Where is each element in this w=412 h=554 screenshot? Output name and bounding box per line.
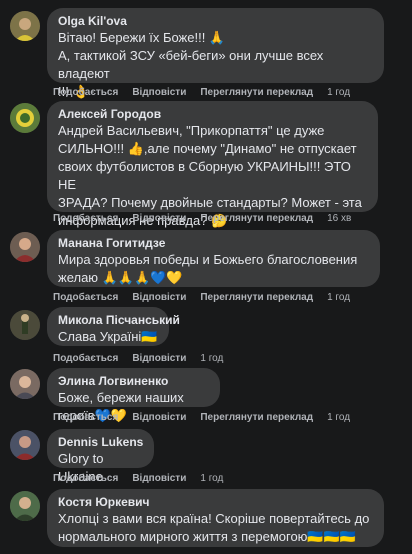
translate-button[interactable]: Переглянути переклад	[200, 411, 313, 424]
comment-actions: Подобається Відповісти 1 год	[53, 352, 237, 365]
translate-button[interactable]: Переглянути переклад	[200, 86, 313, 99]
reply-button[interactable]: Відповісти	[132, 212, 186, 225]
comment-timestamp[interactable]: 1 год	[327, 291, 350, 304]
reply-button[interactable]: Відповісти	[132, 472, 186, 485]
like-button[interactable]: Подобається	[53, 472, 118, 485]
like-button[interactable]: Подобається	[53, 291, 118, 304]
like-button[interactable]: Подобається	[53, 86, 118, 99]
comment-timestamp[interactable]: 1 год	[200, 352, 223, 365]
avatar-image	[10, 430, 40, 460]
comment-author[interactable]: Olga Kil'ova	[58, 14, 373, 29]
avatar-image	[10, 369, 40, 399]
reply-button[interactable]: Відповісти	[132, 86, 186, 99]
comment-author[interactable]: Элина Логвиненко	[58, 374, 209, 389]
like-button[interactable]: Подобається	[53, 352, 118, 365]
comment-text-line: Хлопці з вами вся країна! Скоріше поверт…	[58, 511, 370, 526]
avatar[interactable]	[10, 430, 40, 460]
comment-author[interactable]: Микола Пісчанський	[58, 313, 180, 328]
avatar[interactable]	[10, 310, 40, 340]
comment-actions: Подобається Відповісти Переглянути перекла…	[53, 291, 364, 304]
comment-text-line: ЗРАДА? Почему двойные стандарты? Может -…	[58, 195, 362, 210]
comment-timestamp[interactable]: 1 год	[200, 472, 223, 485]
comment-text-line: своих футболистов в Сборную УКРАИНЫ!!! Э…	[58, 159, 351, 192]
comment-text-line: нормального мирного життя з перемогою🇺🇦🇺…	[58, 529, 356, 544]
like-button[interactable]: Подобається	[53, 411, 118, 424]
comment-actions: Подобається Відповісти Переглянути перекла…	[53, 212, 365, 225]
avatar-image	[10, 310, 40, 340]
comment-text-line: Вітаю! Бережи їх Боже!!! 🙏	[58, 30, 226, 45]
avatar-image	[10, 103, 40, 133]
comment-bubble: Olga Kil'ova Вітаю! Бережи їх Боже!!! 🙏 …	[47, 8, 384, 99]
avatar[interactable]	[10, 232, 40, 262]
avatar[interactable]	[10, 369, 40, 399]
comment-author[interactable]: Костя Юркевич	[58, 495, 373, 510]
reply-button[interactable]: Відповісти	[132, 352, 186, 365]
translate-button[interactable]: Переглянути переклад	[200, 212, 313, 225]
comment-author[interactable]: Манана Гогитидзе	[58, 236, 369, 251]
comment-bubble: Микола Пісчанський Слава Україні🇺🇦	[47, 307, 180, 346]
avatar-image	[10, 491, 40, 521]
comment-text-line: СИЛЬНО!!! 👍,але почему "Динамо" не отпус…	[58, 141, 357, 156]
comment-text-line: желаю 🙏🙏🙏💙💛	[58, 270, 183, 285]
comment-timestamp[interactable]: 16 хв	[327, 212, 351, 225]
comment-text-line: Мира здоровья победы и Божьего благослов…	[58, 252, 358, 267]
comment-timestamp[interactable]: 1 год	[327, 411, 350, 424]
reply-button[interactable]: Відповісти	[132, 291, 186, 304]
comment-actions: Подобається Відповісти Переглянути перекла…	[53, 86, 364, 99]
comment-author[interactable]: Алексей Городов	[58, 107, 367, 122]
avatar[interactable]	[10, 491, 40, 521]
reply-button[interactable]: Відповісти	[132, 411, 186, 424]
comment-text-line: А, тактикой ЗСУ «бей-беги» они лучше все…	[58, 48, 324, 81]
comment-bubble: Костя Юркевич Хлопці з вами вся країна! …	[47, 489, 384, 547]
comment-bubble: Элина Логвиненко Боже, бережи наших геро…	[47, 368, 220, 423]
comment-text-line: Андрей Васильевич, "Прикорпаття" це дуже	[58, 123, 325, 138]
avatar[interactable]	[10, 103, 40, 133]
comment-timestamp[interactable]: 1 год	[327, 86, 350, 99]
comment-bubble: Манана Гогитидзе Мира здоровья победы и …	[47, 230, 380, 287]
avatar-image	[10, 232, 40, 262]
avatar[interactable]	[10, 11, 40, 41]
comments-feed: Olga Kil'ova Вітаю! Бережи їх Боже!!! 🙏 …	[0, 0, 412, 554]
comment-actions: Подобається Відповісти 1 год	[53, 472, 237, 485]
avatar-image	[10, 11, 40, 41]
comment-bubble: Dennis Lukens Glory to Ukraine	[47, 429, 154, 484]
like-button[interactable]: Подобається	[53, 212, 118, 225]
translate-button[interactable]: Переглянути переклад	[200, 291, 313, 304]
comment-actions: Подобається Відповісти Переглянути перекла…	[53, 411, 364, 424]
comment-author[interactable]: Dennis Lukens	[58, 435, 143, 450]
comment-text-line: Слава Україні🇺🇦	[58, 329, 158, 344]
comment-bubble: Алексей Городов Андрей Васильевич, "Прик…	[47, 101, 378, 228]
